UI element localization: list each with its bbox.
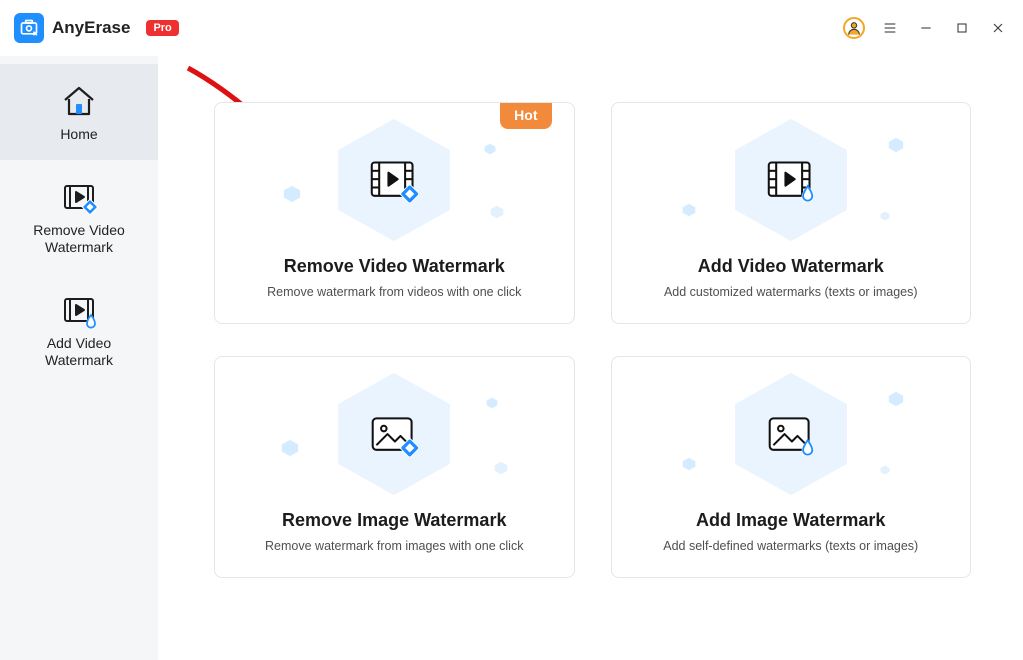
card-hex-bg (612, 115, 971, 245)
hot-badge: Hot (500, 103, 551, 129)
account-icon (843, 17, 865, 39)
sidebar-item-label: Add Video Watermark (45, 335, 113, 370)
card-subtitle: Add self-defined watermarks (texts or im… (663, 539, 918, 553)
video-drop-icon (612, 159, 971, 203)
video-erase-icon (59, 178, 99, 218)
content-area: Hot Remove Video Watermark Remove waterm… (158, 56, 1023, 660)
minimize-button[interactable] (915, 17, 937, 39)
card-title: Add Image Watermark (696, 510, 885, 531)
card-add-image-watermark[interactable]: Add Image Watermark Add self-defined wat… (611, 356, 972, 578)
video-drop-icon (59, 291, 99, 331)
sidebar: Home Remove Video Watermark Add Video Wa… (0, 56, 158, 660)
card-remove-image-watermark[interactable]: Remove Image Watermark Remove watermark … (214, 356, 575, 578)
account-button[interactable] (843, 17, 865, 39)
card-title: Remove Video Watermark (284, 256, 505, 277)
card-title: Add Video Watermark (698, 256, 884, 277)
image-drop-icon (612, 413, 971, 457)
card-hex-bg (612, 369, 971, 499)
sidebar-item-add-video[interactable]: Add Video Watermark (0, 273, 158, 386)
app-name: AnyErase (52, 18, 130, 38)
app-brand: AnyErase Pro (14, 13, 179, 43)
card-add-video-watermark[interactable]: Add Video Watermark Add customized water… (611, 102, 972, 324)
sidebar-item-label: Remove Video Watermark (33, 222, 125, 257)
menu-button[interactable] (879, 17, 901, 39)
title-buttons (843, 17, 1009, 39)
pro-badge: Pro (146, 20, 178, 36)
image-erase-icon (215, 413, 574, 457)
sidebar-item-home[interactable]: Home (0, 64, 158, 160)
card-title: Remove Image Watermark (282, 510, 506, 531)
card-subtitle: Remove watermark from images with one cl… (265, 539, 523, 553)
sidebar-item-remove-video[interactable]: Remove Video Watermark (0, 160, 158, 273)
card-subtitle: Remove watermark from videos with one cl… (267, 285, 521, 299)
card-subtitle: Add customized watermarks (texts or imag… (664, 285, 918, 299)
titlebar: AnyErase Pro (0, 0, 1023, 56)
card-remove-video-watermark[interactable]: Hot Remove Video Watermark Remove waterm… (214, 102, 575, 324)
sidebar-item-label: Home (60, 126, 97, 144)
video-erase-icon (215, 159, 574, 203)
card-hex-bg (215, 369, 574, 499)
app-logo-icon (14, 13, 44, 43)
maximize-button[interactable] (951, 17, 973, 39)
close-button[interactable] (987, 17, 1009, 39)
home-icon (59, 82, 99, 122)
card-hex-bg (215, 115, 574, 245)
